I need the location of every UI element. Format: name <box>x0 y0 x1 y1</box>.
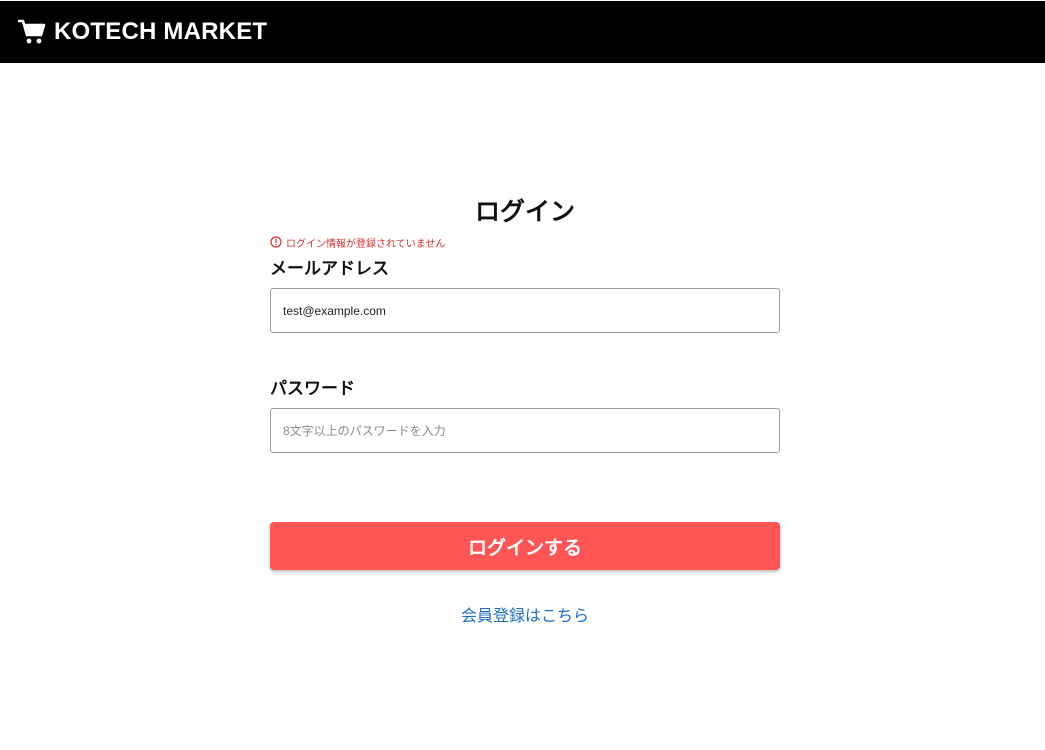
password-field[interactable] <box>270 408 780 453</box>
error-message: ログイン情報が登録されていません <box>270 232 780 252</box>
error-circle-icon <box>270 236 282 248</box>
register-link[interactable]: 会員登録はこちら <box>270 602 780 626</box>
site-header: KOTECH MARKET <box>0 1 1045 63</box>
error-text: ログイン情報が登録されていません <box>286 238 446 250</box>
email-label: メールアドレス <box>270 259 389 279</box>
brand-name: KOTECH MARKET <box>54 18 268 45</box>
home-logo-link[interactable]: KOTECH MARKET <box>18 18 267 46</box>
shopping-cart-icon <box>18 19 46 44</box>
login-button[interactable]: ログインする <box>270 522 780 570</box>
page-title: ログイン <box>474 197 575 226</box>
login-form: ログイン ログイン情報が登録されていません メールアドレス パスワード ログイン… <box>270 190 780 626</box>
email-field[interactable] <box>270 288 780 333</box>
password-label: パスワード <box>270 379 355 399</box>
